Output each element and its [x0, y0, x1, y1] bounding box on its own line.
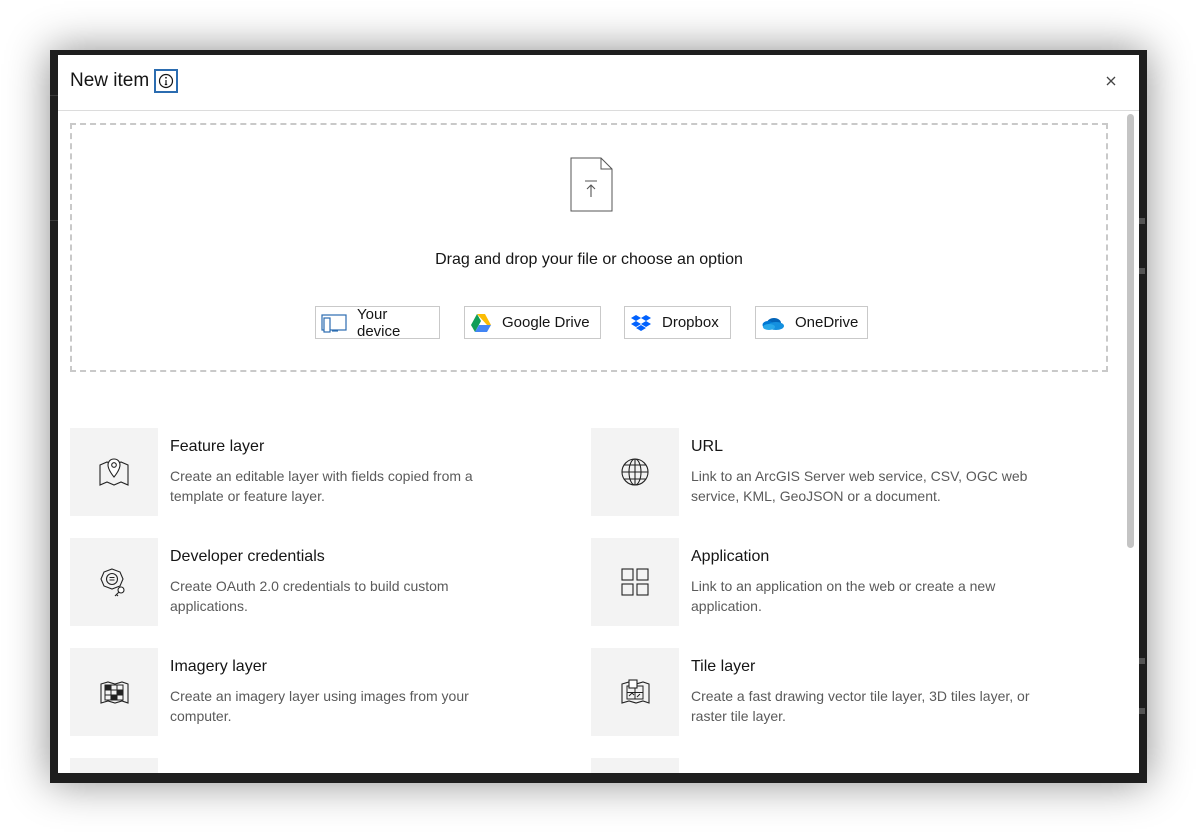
dialog-title: New item — [70, 70, 150, 91]
card-title: Application — [691, 548, 770, 565]
upload-document-icon — [570, 157, 613, 212]
info-button[interactable] — [154, 69, 178, 93]
card-icon-tile — [70, 538, 158, 626]
card-title: Developer credentials — [170, 548, 325, 565]
map-pin-icon — [99, 458, 129, 486]
scrollbar-thumb[interactable] — [1127, 114, 1134, 548]
card-title: Feature layer — [170, 438, 265, 455]
grid-icon — [621, 568, 649, 596]
card-icon-tile — [591, 758, 679, 773]
google-drive-button[interactable]: Google Drive — [464, 306, 601, 339]
tile-layer-icon — [621, 679, 650, 704]
card-title: Tile layer — [691, 658, 756, 675]
your-device-label: Your device — [357, 305, 401, 340]
tile-layer-card[interactable]: Tile layer Create a fast drawing vector … — [591, 648, 1110, 736]
dialog-header: New item — [58, 55, 1139, 111]
card-icon-tile — [591, 648, 679, 736]
device-icon — [321, 313, 347, 333]
info-icon — [158, 73, 174, 89]
background-marker — [1139, 218, 1145, 224]
credentials-icon — [100, 568, 125, 597]
card-description: Link to an ArcGIS Server web service, CS… — [691, 468, 1028, 504]
card-icon-tile — [591, 538, 679, 626]
imagery-icon — [100, 681, 129, 704]
close-icon — [1106, 76, 1116, 86]
list-item-partial[interactable] — [70, 758, 589, 773]
developer-credentials-card[interactable]: Developer credentials Create OAuth 2.0 c… — [70, 538, 589, 626]
card-description: Create an editable layer with fields cop… — [170, 468, 473, 504]
google-drive-icon — [471, 313, 491, 332]
card-icon-tile — [70, 428, 158, 516]
onedrive-button[interactable]: OneDrive — [755, 306, 868, 339]
application-card[interactable]: Application Link to an application on th… — [591, 538, 1110, 626]
onedrive-label: OneDrive — [795, 314, 859, 331]
dropbox-button[interactable]: Dropbox — [624, 306, 731, 339]
background-divider — [50, 220, 58, 221]
dropzone-prompt: Drag and drop your file or choose an opt… — [435, 251, 743, 268]
feature-layer-card[interactable]: Feature layer Create an editable layer w… — [70, 428, 589, 516]
card-description: Create OAuth 2.0 credentials to build cu… — [170, 578, 449, 614]
card-icon-tile — [70, 758, 158, 773]
google-drive-label: Google Drive — [502, 314, 590, 331]
imagery-layer-card[interactable]: Imagery layer Create an imagery layer us… — [70, 648, 589, 736]
list-item-partial[interactable] — [591, 758, 1110, 773]
background-marker — [1139, 268, 1145, 274]
card-title: Imagery layer — [170, 658, 267, 675]
card-description: Create an imagery layer using images fro… — [170, 688, 469, 724]
file-dropzone[interactable]: Drag and drop your file or choose an opt… — [70, 123, 1108, 372]
globe-icon — [621, 458, 649, 486]
url-card[interactable]: URL Link to an ArcGIS Server web service… — [591, 428, 1110, 516]
card-description: Create a fast drawing vector tile layer,… — [691, 688, 1030, 724]
your-device-button[interactable]: Your device — [315, 305, 440, 340]
onedrive-icon — [762, 317, 784, 330]
background-divider — [50, 95, 58, 96]
new-item-dialog: New item Drag and drop your file or choo… — [58, 55, 1139, 773]
card-title: URL — [691, 438, 724, 455]
card-icon-tile — [591, 428, 679, 516]
dialog-scrollbar[interactable] — [1126, 113, 1135, 773]
dropbox-label: Dropbox — [662, 314, 719, 331]
close-button[interactable] — [1101, 71, 1121, 91]
card-description: Link to an application on the web or cre… — [691, 578, 996, 614]
dropbox-icon — [631, 314, 651, 331]
background-marker — [1139, 708, 1145, 714]
card-icon-tile — [70, 648, 158, 736]
background-marker — [1139, 658, 1145, 664]
